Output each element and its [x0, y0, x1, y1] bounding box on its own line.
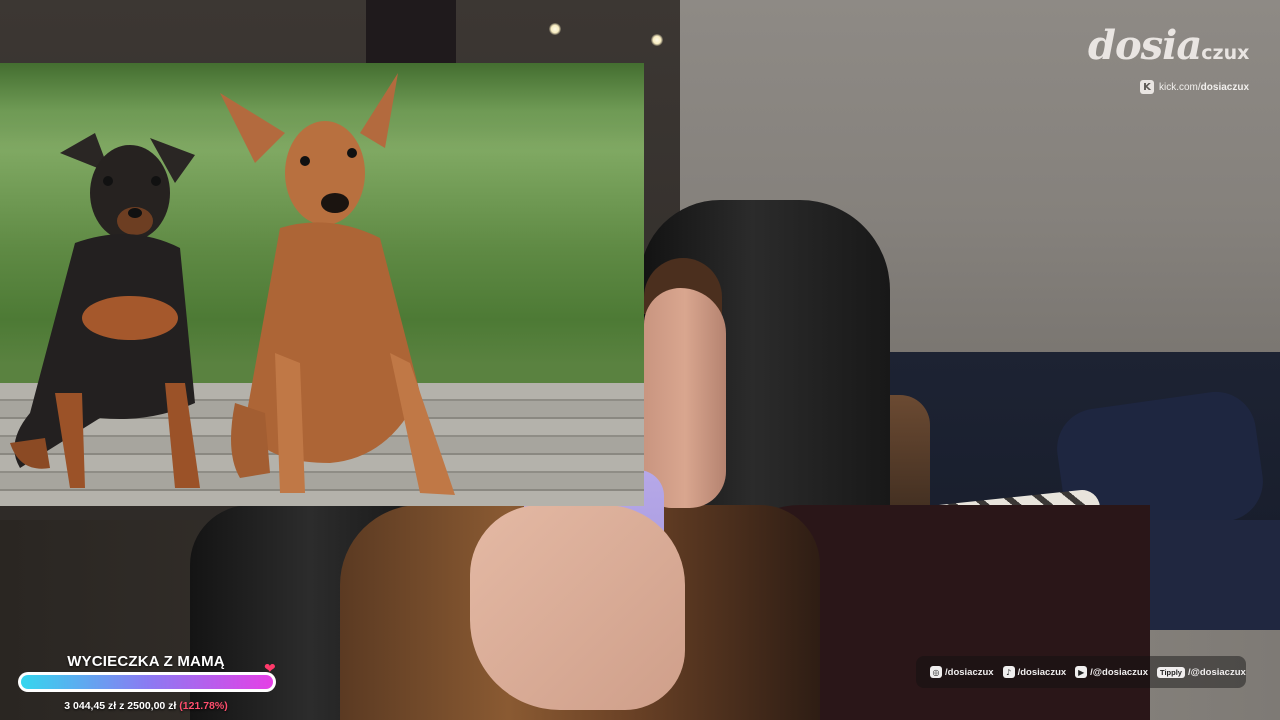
tiktok-icon: ♪ — [1002, 666, 1015, 678]
channel-logo: dosiaczux — [1088, 22, 1258, 76]
logo-small-text: czux — [1201, 42, 1250, 64]
goal-amount-text: 3 044,45 zł z 2500,00 zł — [64, 700, 177, 712]
social-tiktok[interactable]: ♪ /dosiaczux — [1002, 666, 1067, 678]
red-dog — [220, 73, 455, 495]
ceiling-light — [549, 23, 561, 35]
kick-url: kick.com/dosiaczux — [1159, 81, 1250, 93]
black-tan-dog — [10, 133, 200, 488]
wall-picture — [366, 0, 456, 64]
social-handle: /dosiaczux — [1017, 666, 1067, 678]
ceiling-light — [651, 34, 663, 46]
social-youtube[interactable]: ▶ /@dosiaczux — [1075, 666, 1148, 678]
social-tipply[interactable]: Tipply /@dosiaczux — [1157, 666, 1246, 678]
streamer-hand — [470, 505, 685, 710]
social-instagram[interactable]: ◎ /dosiaczux — [930, 666, 994, 678]
dogs-illustration — [10, 73, 455, 495]
social-handle: /@dosiaczux — [1187, 666, 1246, 678]
goal-amount: 3 044,45 zł z 2500,00 zł (121.78%) — [16, 700, 276, 712]
goal-progress-fill — [21, 675, 273, 689]
logo-main-text: dosia — [1088, 22, 1202, 69]
kick-channel-link: K kick.com/dosiaczux — [1140, 80, 1249, 94]
instagram-icon: ◎ — [930, 666, 942, 678]
goal-percent: (121.78%) — [179, 700, 228, 712]
dogs-image — [0, 63, 644, 506]
tipply-icon: Tipply — [1157, 666, 1185, 678]
goal-title: WYCIECZKA Z MAMĄ — [67, 653, 225, 670]
streamer-face — [644, 288, 726, 508]
kick-icon: K — [1140, 80, 1154, 94]
social-handle: /@dosiaczux — [1090, 666, 1148, 678]
goal-progress-bar — [18, 672, 276, 692]
youtube-icon: ▶ — [1075, 666, 1088, 678]
social-handle: /dosiaczux — [945, 666, 994, 678]
donation-goal-widget: WYCIECZKA Z MAMĄ ❤ 3 044,45 zł z 2500,00… — [16, 650, 286, 716]
social-links-bar: ◎ /dosiaczux ♪ /dosiaczux ▶ /@dosiaczux … — [916, 656, 1246, 688]
